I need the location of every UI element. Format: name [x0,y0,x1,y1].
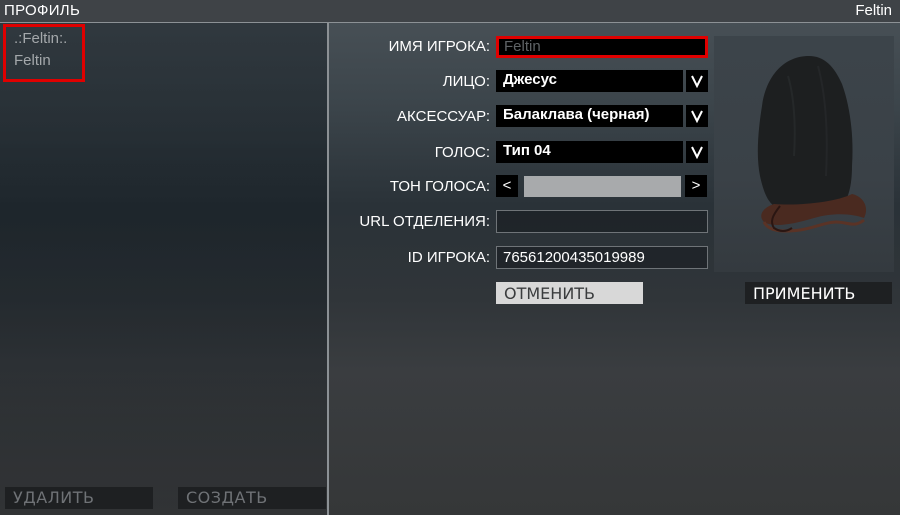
player-id-label: ID ИГРОКА: [407,249,490,266]
cancel-button[interactable]: ОТМЕНИТЬ [496,282,643,304]
chevron-down-icon [691,146,703,159]
face-label: ЛИЦО: [442,73,490,90]
balaclava-head-icon [757,56,867,233]
apply-button[interactable]: ПРИМЕНИТЬ [745,282,892,304]
chevron-down-icon [691,110,703,123]
player-id-field[interactable]: 76561200435019989 [496,246,708,269]
voice-pitch-label: ТОН ГОЛОСА: [389,178,490,195]
pitch-decrease-button[interactable]: < [496,175,518,197]
delete-button[interactable]: УДАЛИТЬ [5,487,153,509]
profile-item[interactable]: .:Feltin:. [14,30,67,47]
voice-label: ГОЛОС: [434,144,490,161]
player-name-input[interactable]: Feltin [496,36,708,58]
pitch-increase-button[interactable]: > [685,175,707,197]
voice-dropdown-button[interactable] [686,141,708,163]
accessory-select[interactable]: Балаклава (черная) [496,105,683,127]
voice-select[interactable]: Тип 04 [496,141,683,163]
voice-pitch-slider[interactable] [524,176,681,197]
player-name-label: ИМЯ ИГРОКА: [388,38,490,55]
accessory-label: АКСЕССУАР: [397,108,490,125]
player-name-header: Feltin [855,2,892,19]
character-preview [714,36,894,272]
window-title: ПРОФИЛЬ [4,2,81,19]
face-dropdown-button[interactable] [686,70,708,92]
unit-url-label: URL ОТДЕЛЕНИЯ: [359,213,490,230]
create-button[interactable]: СОЗДАТЬ [178,487,326,509]
profile-list: .:Feltin:. Feltin [3,24,85,82]
chevron-down-icon [691,75,703,88]
face-select[interactable]: Джесус [496,70,683,92]
accessory-dropdown-button[interactable] [686,105,708,127]
unit-url-input[interactable] [496,210,708,233]
title-bar: ПРОФИЛЬ Feltin [0,0,900,23]
profile-panel: .:Feltin:. Feltin [0,23,329,515]
profile-item[interactable]: Feltin [14,52,51,69]
